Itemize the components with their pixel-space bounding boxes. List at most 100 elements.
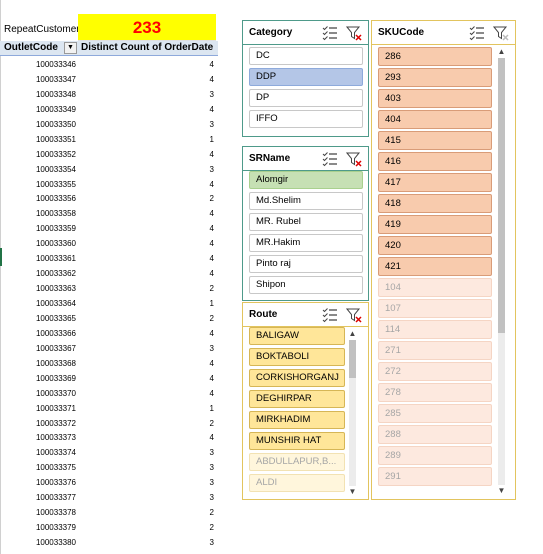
sku-slicer-item[interactable]: 293	[378, 68, 492, 87]
sku-slicer-item[interactable]: 417	[378, 173, 492, 192]
order-count-cell[interactable]: 4	[210, 73, 214, 88]
category-slicer[interactable]: Category DC DDP DP IFFO	[242, 20, 369, 137]
table-row[interactable]: 100033364 1	[0, 297, 218, 312]
order-count-cell[interactable]: 4	[210, 222, 214, 237]
table-row[interactable]: 100033380 3	[0, 536, 218, 551]
outletcode-filter-dropdown-icon[interactable]: ▼	[64, 42, 77, 54]
srname-slicer[interactable]: SRName Alomgir Md.Shelim MR. Rubel MR.Hakim…	[242, 146, 369, 301]
route-scrollbar[interactable]: ▲ ▼	[348, 330, 357, 496]
skucode-slicer[interactable]: SKUCode 286 293 403 404 415 416 417 418 419 420 42…	[371, 20, 516, 500]
repeat-customer-total[interactable]: 233	[78, 14, 216, 41]
route-slicer-item[interactable]: BOKTABOLI	[249, 348, 345, 366]
order-count-cell[interactable]: 4	[210, 387, 214, 402]
sku-slicer-item[interactable]: 421	[378, 257, 492, 276]
outlet-code-cell[interactable]: 100033356	[36, 192, 76, 207]
table-row[interactable]: 100033359 4	[0, 222, 218, 237]
table-row[interactable]: 100033352 4	[0, 148, 218, 163]
outlet-code-cell[interactable]: 100033348	[36, 88, 76, 103]
outlet-code-cell[interactable]: 100033355	[36, 178, 76, 193]
table-row[interactable]: 100033369 4	[0, 372, 218, 387]
order-count-cell[interactable]: 2	[210, 506, 214, 521]
outlet-code-cell[interactable]: 100033363	[36, 282, 76, 297]
scroll-down-icon[interactable]: ▼	[348, 488, 357, 496]
srname-slicer-item[interactable]: Pinto raj	[249, 255, 363, 273]
sku-slicer-item[interactable]: 288	[378, 425, 492, 444]
outlet-code-cell[interactable]: 100033374	[36, 446, 76, 461]
sku-slicer-item[interactable]: 272	[378, 362, 492, 381]
outlet-code-cell[interactable]: 100033354	[36, 163, 76, 178]
multi-select-icon[interactable]	[469, 25, 485, 41]
table-row[interactable]: 100033365 2	[0, 312, 218, 327]
sku-slicer-item[interactable]: 291	[378, 467, 492, 486]
order-count-cell[interactable]: 1	[210, 402, 214, 417]
table-row[interactable]: 100033358 4	[0, 207, 218, 222]
category-slicer-item[interactable]: DP	[249, 89, 363, 107]
table-row[interactable]: 100033355 4	[0, 178, 218, 193]
table-row[interactable]: 100033362 4	[0, 267, 218, 282]
order-count-cell[interactable]: 4	[210, 372, 214, 387]
table-row[interactable]: 100033373 4	[0, 431, 218, 446]
order-count-cell[interactable]: 4	[210, 207, 214, 222]
outlet-code-cell[interactable]: 100033368	[36, 357, 76, 372]
sku-slicer-item[interactable]: 278	[378, 383, 492, 402]
order-count-cell[interactable]: 3	[210, 536, 214, 551]
sku-slicer-item[interactable]: 271	[378, 341, 492, 360]
sku-slicer-item[interactable]: 289	[378, 446, 492, 465]
outlet-code-cell[interactable]: 100033358	[36, 207, 76, 222]
clear-filter-icon[interactable]	[346, 25, 362, 41]
multi-select-icon[interactable]	[322, 307, 338, 323]
table-row[interactable]: 100033378 2	[0, 506, 218, 521]
order-count-cell[interactable]: 3	[210, 342, 214, 357]
table-row[interactable]: 100033375 3	[0, 461, 218, 476]
category-slicer-item[interactable]: IFFO	[249, 110, 363, 128]
outlet-code-cell[interactable]: 100033380	[36, 536, 76, 551]
outlet-code-cell[interactable]: 100033367	[36, 342, 76, 357]
outlet-code-cell[interactable]: 100033351	[36, 133, 76, 148]
order-count-cell[interactable]: 3	[210, 163, 214, 178]
outlet-code-cell[interactable]: 100033366	[36, 327, 76, 342]
outlet-code-cell[interactable]: 100033350	[36, 118, 76, 133]
sku-slicer-item[interactable]: 416	[378, 152, 492, 171]
route-slicer-item[interactable]: MUNSHIR HAT	[249, 432, 345, 450]
order-count-cell[interactable]: 1	[210, 133, 214, 148]
route-slicer[interactable]: Route BALIGAW BOKTABOLI CORKISHORGANJ DEGHI…	[242, 302, 369, 500]
order-count-cell[interactable]: 4	[210, 103, 214, 118]
order-count-cell[interactable]: 4	[210, 237, 214, 252]
sku-slicer-item[interactable]: 403	[378, 89, 492, 108]
route-slicer-item[interactable]: ABDULLAPUR,B...	[249, 453, 345, 471]
table-row[interactable]: 100033371 1	[0, 402, 218, 417]
table-row[interactable]: 100033374 3	[0, 446, 218, 461]
outlet-code-cell[interactable]: 100033346	[36, 58, 76, 73]
route-slicer-item[interactable]: CORKISHORGANJ	[249, 369, 345, 387]
order-count-cell[interactable]: 4	[210, 58, 214, 73]
table-row[interactable]: 100033372 2	[0, 417, 218, 432]
scroll-up-icon[interactable]: ▲	[497, 48, 506, 56]
outlet-code-cell[interactable]: 100033361	[36, 252, 76, 267]
route-slicer-item[interactable]: ALDI	[249, 474, 345, 492]
measure-title-cell[interactable]: RepeatCustomer	[4, 20, 78, 40]
outlet-code-cell[interactable]: 100033349	[36, 103, 76, 118]
multi-select-icon[interactable]	[322, 151, 338, 167]
order-count-cell[interactable]: 4	[210, 327, 214, 342]
table-row[interactable]: 100033370 4	[0, 387, 218, 402]
multi-select-icon[interactable]	[322, 25, 338, 41]
srname-slicer-item[interactable]: Shipon	[249, 276, 363, 294]
table-row[interactable]: 100033366 4	[0, 327, 218, 342]
sku-slicer-item[interactable]: 419	[378, 215, 492, 234]
table-row[interactable]: 100033348 3	[0, 88, 218, 103]
sku-slicer-item[interactable]: 420	[378, 236, 492, 255]
sku-slicer-item[interactable]: 404	[378, 110, 492, 129]
outlet-code-cell[interactable]: 100033373	[36, 431, 76, 446]
sku-slicer-item[interactable]: 415	[378, 131, 492, 150]
outlet-code-cell[interactable]: 100033372	[36, 417, 76, 432]
outlet-code-cell[interactable]: 100033352	[36, 148, 76, 163]
table-row[interactable]: 100033379 2	[0, 521, 218, 536]
srname-slicer-item[interactable]: MR.Hakim	[249, 234, 363, 252]
sku-slicer-item[interactable]: 285	[378, 404, 492, 423]
order-count-cell[interactable]: 4	[210, 148, 214, 163]
outlet-code-cell[interactable]: 100033365	[36, 312, 76, 327]
outlet-code-cell[interactable]: 100033347	[36, 73, 76, 88]
order-count-cell[interactable]: 3	[210, 88, 214, 103]
route-slicer-item[interactable]: DEGHIRPAR	[249, 390, 345, 408]
sku-slicer-item[interactable]: 107	[378, 299, 492, 318]
